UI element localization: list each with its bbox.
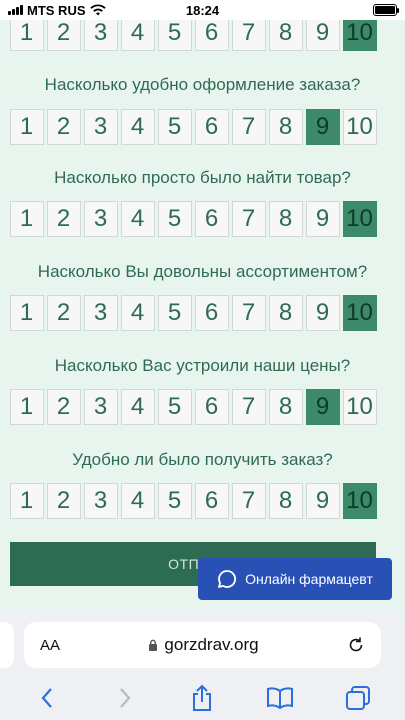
rating-option[interactable]: 6 (194, 201, 229, 237)
survey-page: 1 2 3 4 5 6 7 8 9 10 Насколько удобно оформление … (0, 0, 405, 612)
rating-option[interactable]: 8 (268, 389, 303, 425)
forward-button[interactable] (105, 680, 145, 716)
rating-option[interactable]: 3 (83, 201, 118, 237)
rating-option[interactable]: 1 (9, 389, 44, 425)
rating-option[interactable]: 8 (268, 483, 303, 519)
share-icon (193, 684, 212, 711)
rating-option[interactable]: 4 (120, 295, 155, 331)
rating-option[interactable]: 7 (231, 15, 266, 51)
question-label: Насколько Вы довольны ассортиментом? (37, 262, 368, 281)
rating-scale-2: 1 2 3 4 5 6 7 8 9 10 (8, 198, 378, 240)
rating-option[interactable]: 3 (83, 295, 118, 331)
rating-option[interactable]: 2 (46, 15, 81, 51)
lock-icon (149, 639, 158, 651)
rating-option[interactable]: 1 (9, 109, 44, 145)
rating-scale-4: 1 2 3 4 5 6 7 8 9 10 (8, 386, 378, 428)
rating-option[interactable]: 9 (305, 389, 340, 425)
rating-option[interactable]: 7 (231, 201, 266, 237)
rating-option[interactable]: 1 (9, 15, 44, 51)
rating-option[interactable]: 7 (231, 389, 266, 425)
reload-icon[interactable] (347, 636, 365, 654)
reader-settings-button[interactable]: AA (40, 637, 60, 654)
chevron-left-icon (41, 688, 52, 708)
rating-option[interactable]: 4 (120, 389, 155, 425)
back-button[interactable] (27, 680, 67, 716)
tabs-icon (346, 686, 371, 710)
rating-option[interactable]: 2 (46, 109, 81, 145)
address-bar[interactable]: AA gorzdrav.org (24, 622, 381, 668)
rating-option[interactable]: 3 (83, 483, 118, 519)
rating-option[interactable]: 3 (83, 109, 118, 145)
chevron-right-icon (119, 688, 131, 708)
rating-option[interactable]: 10 (342, 295, 377, 331)
rating-option[interactable]: 5 (157, 483, 192, 519)
rating-option[interactable]: 8 (268, 15, 303, 51)
online-pharmacist-button[interactable]: Онлайн фармацевт (198, 558, 392, 600)
book-icon (267, 687, 294, 709)
rating-option[interactable]: 8 (268, 109, 303, 145)
rating-option[interactable]: 2 (46, 483, 81, 519)
tabs-button[interactable] (338, 680, 378, 716)
rating-option[interactable]: 4 (120, 483, 155, 519)
rating-option[interactable]: 1 (9, 201, 44, 237)
rating-option[interactable]: 5 (157, 389, 192, 425)
share-button[interactable] (182, 680, 222, 716)
rating-option[interactable]: 10 (342, 201, 377, 237)
bookmarks-button[interactable] (260, 680, 300, 716)
rating-option[interactable]: 7 (231, 483, 266, 519)
question-label: Насколько просто было найти товар? (54, 168, 351, 187)
rating-option[interactable]: 10 (342, 389, 377, 425)
carrier-name: MTS RUS (27, 2, 86, 18)
rating-option[interactable]: 10 (342, 483, 377, 519)
question-label: Удобно ли было получить заказ? (72, 450, 333, 469)
rating-scale-1: 1 2 3 4 5 6 7 8 9 10 (8, 106, 378, 148)
rating-option[interactable]: 10 (342, 15, 377, 51)
rating-option[interactable]: 9 (305, 109, 340, 145)
rating-option[interactable]: 8 (268, 295, 303, 331)
question-label: Насколько удобно оформление заказа? (44, 75, 361, 94)
rating-option[interactable]: 7 (231, 295, 266, 331)
rating-option[interactable]: 9 (305, 295, 340, 331)
browser-toolbar (0, 678, 405, 718)
rating-option[interactable]: 4 (120, 201, 155, 237)
rating-option[interactable]: 9 (305, 15, 340, 51)
previous-tab-preview[interactable] (0, 622, 14, 668)
signal-icon (8, 5, 23, 15)
rating-option[interactable]: 8 (268, 201, 303, 237)
rating-option[interactable]: 3 (83, 15, 118, 51)
rating-option[interactable]: 9 (305, 201, 340, 237)
rating-option[interactable]: 6 (194, 483, 229, 519)
rating-option[interactable]: 5 (157, 15, 192, 51)
battery-icon (373, 4, 399, 16)
rating-option[interactable]: 6 (194, 15, 229, 51)
rating-scale-5: 1 2 3 4 5 6 7 8 9 10 (8, 480, 378, 522)
rating-option[interactable]: 1 (9, 295, 44, 331)
status-bar: MTS RUS 18:24 (0, 0, 405, 20)
wifi-icon (89, 4, 106, 16)
question-label: Насколько Вас устроили наши цены? (54, 356, 351, 375)
rating-option[interactable]: 9 (305, 483, 340, 519)
rating-option[interactable]: 5 (157, 109, 192, 145)
rating-option[interactable]: 5 (157, 201, 192, 237)
rating-option[interactable]: 6 (194, 295, 229, 331)
rating-option[interactable]: 3 (83, 389, 118, 425)
rating-option[interactable]: 2 (46, 201, 81, 237)
rating-option[interactable]: 2 (46, 295, 81, 331)
rating-scale-3: 1 2 3 4 5 6 7 8 9 10 (8, 292, 378, 334)
rating-option[interactable]: 4 (120, 15, 155, 51)
chat-bubble-icon (218, 570, 237, 588)
rating-option[interactable]: 2 (46, 389, 81, 425)
rating-option[interactable]: 5 (157, 295, 192, 331)
rating-option[interactable]: 6 (194, 389, 229, 425)
url-text: gorzdrav.org (164, 635, 259, 654)
rating-option[interactable]: 4 (120, 109, 155, 145)
clock: 18:24 (185, 2, 220, 18)
chat-button-label: Онлайн фармацевт (245, 571, 373, 587)
rating-option[interactable]: 1 (9, 483, 44, 519)
browser-bar: AA gorzdrav.org (0, 612, 405, 720)
rating-option[interactable]: 10 (342, 109, 377, 145)
rating-option[interactable]: 6 (194, 109, 229, 145)
rating-option[interactable]: 7 (231, 109, 266, 145)
